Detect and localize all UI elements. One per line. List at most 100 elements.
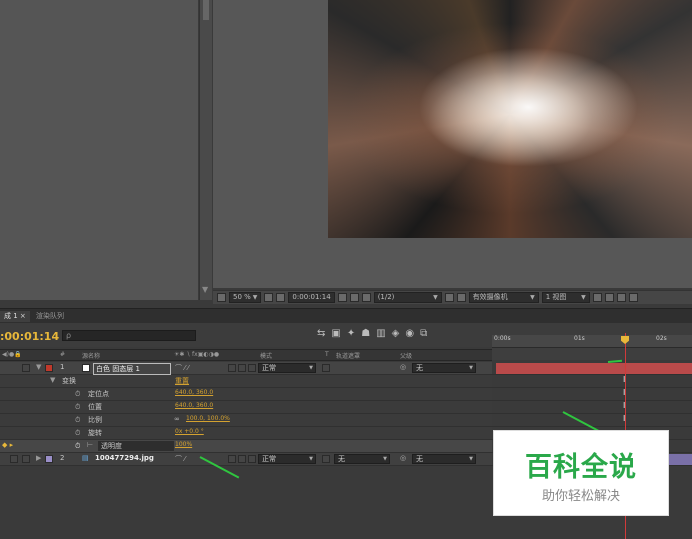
grid-icon[interactable] (264, 293, 274, 302)
graph-icon[interactable]: ⊢ (87, 441, 93, 449)
col-trkmat: 轨道遮罩 (336, 353, 361, 360)
prop-row-position[interactable]: ⏱ 位置 640.0, 360.0 (0, 401, 492, 414)
timeline-icon[interactable] (616, 293, 626, 302)
time-ruler[interactable]: 0:00s 01s 02s (492, 335, 692, 348)
shy-icon[interactable]: ☗ (361, 328, 370, 339)
transform-reset-link[interactable]: 重置 (175, 376, 189, 386)
twirl-closed-icon[interactable]: ▶ (36, 454, 41, 462)
layer-name-2[interactable]: 100477294.jpg (95, 454, 154, 462)
prop-rotation-value[interactable]: 0x +0.0 ° (175, 428, 204, 435)
layer-columns-header: ◀)●🔒 # 源名称 ☀✱ ∖ fx▣◐◑● 模式 T 轨道遮罩 父级 (0, 349, 492, 361)
project-scrollbar[interactable]: ▼ (199, 0, 212, 300)
watermark-subtitle: 助你轻松解决 (541, 489, 620, 504)
prop-row-opacity[interactable]: ◆ ▸ ⏱ ⊢ 透明度 100% (0, 440, 492, 453)
graph-editor-icon[interactable]: ◉ (405, 328, 414, 339)
layer-parent-select-2[interactable]: 无 (412, 454, 476, 464)
prop-opacity-label: 透明度 (98, 441, 174, 451)
keyframe-nav-icon[interactable]: ◆ ▸ (2, 441, 13, 449)
comp-flowchart-icon[interactable]: ▣ (331, 328, 340, 339)
image-file-icon: ▤ (82, 454, 89, 462)
layer-trkmat-select-2[interactable]: 无 (334, 454, 390, 464)
av-switches-icon: ◀)●🔒 (2, 351, 22, 358)
current-timecode[interactable]: :00:01:14 (0, 330, 59, 343)
layer-search-input[interactable]: ρ (62, 330, 196, 341)
prop-position-label: 位置 (88, 403, 102, 411)
flowchart-icon[interactable] (628, 293, 638, 302)
layer-row-1[interactable]: ▼ 1 白色 固态层 1 ⌒ ⁄ ⁄ 正常 ◎ 无 (0, 362, 492, 375)
mini-flowchart-icon[interactable]: ⇆ (317, 328, 325, 339)
panel-tabs: 成 1 × 渲染队列 (0, 308, 692, 323)
twirl-open-icon[interactable]: ▼ (36, 363, 41, 371)
tab-render-queue[interactable]: 渲染队列 (32, 311, 68, 322)
prop-scale-label: 比例 (88, 416, 102, 424)
prop-anchor-label: 定位点 (88, 390, 109, 398)
layer-label-color[interactable] (45, 455, 53, 463)
prop-position-value[interactable]: 640.0, 360.0 (175, 402, 213, 409)
fast-preview-icon[interactable] (604, 293, 614, 302)
layer-mode-select-2[interactable]: 正常 (258, 454, 316, 464)
pickwhip-icon[interactable]: ◎ (400, 454, 406, 462)
views-select[interactable]: 1 视图 ▼ (541, 292, 590, 303)
draft-3d-icon[interactable]: ✦ (347, 328, 355, 339)
motion-blur-icon[interactable]: ◈ (392, 328, 400, 339)
col-name[interactable]: 源名称 (82, 351, 100, 360)
layer-track-1[interactable] (492, 362, 692, 375)
prop-row-scale[interactable]: ⏱ 比例 ∞ 100.0, 100.0% (0, 414, 492, 427)
zoom-select[interactable]: 50 % ▼ (229, 292, 262, 303)
layer-switches-1[interactable]: ⌒ ⁄ ⁄ (175, 363, 189, 373)
timeline-switches: ⇆ ▣ ✦ ☗ ▥ ◈ ◉ ⧉ (317, 328, 427, 339)
ruler-label-1: 01s (574, 335, 585, 342)
layer-name-1[interactable]: 白色 固态层 1 (93, 363, 171, 375)
brainstorm-icon[interactable]: ⧉ (420, 328, 427, 339)
layer-list-empty (0, 466, 492, 539)
layer-parent-select-1[interactable]: 无 (412, 363, 476, 373)
transparency-grid-icon[interactable] (456, 293, 466, 302)
channel-icon[interactable] (361, 293, 371, 302)
stopwatch-active-icon[interactable]: ⏱ (75, 442, 80, 451)
project-panel (0, 0, 198, 300)
scroll-down-icon[interactable]: ▼ (202, 285, 208, 294)
ruler-label-2: 02s (656, 335, 667, 342)
twirl-open-icon[interactable]: ▼ (50, 376, 55, 384)
snapshot-icon[interactable] (337, 293, 347, 302)
layer-row-2[interactable]: ▶ 2 ▤ 100477294.jpg ⌒ ⁄ 正常 无 ◎ 无 (0, 453, 492, 466)
stopwatch-icon[interactable]: ⏱ (75, 403, 80, 412)
region-icon[interactable] (444, 293, 454, 302)
resolution-select[interactable]: (1/2) ▼ (373, 292, 442, 303)
prop-row-rotation[interactable]: ⏱ 旋转 0x +0.0 ° (0, 427, 492, 440)
tab-composition[interactable]: 成 1 × (0, 311, 30, 322)
link-icon[interactable]: ∞ (174, 415, 180, 423)
col-t: T (325, 351, 329, 358)
layer-mode-select-1[interactable]: 正常 (258, 363, 316, 373)
stopwatch-icon[interactable]: ⏱ (75, 429, 80, 438)
camera-select[interactable]: 有效摄像机 ▼ (468, 292, 539, 303)
mask-icon[interactable] (276, 293, 286, 302)
frame-blend-icon[interactable]: ▥ (376, 328, 385, 339)
col-num: # (60, 351, 66, 358)
watermark-logo: 百科全说 助你轻松解决 (493, 430, 669, 516)
viewer-toolbar: 50 % ▼ 0:00:01:14 (1/2) ▼ 有效摄像机 ▼ 1 视图 ▼ (213, 290, 692, 304)
layer-switches-2[interactable]: ⌒ ⁄ (175, 454, 185, 464)
col-parent: 父级 (400, 353, 413, 360)
prop-anchor-value[interactable]: 640.0, 360.0 (175, 389, 213, 396)
ruler-label-0: 0:00s (494, 335, 511, 342)
prop-opacity-value[interactable]: 100% (175, 441, 192, 448)
show-snapshot-icon[interactable] (349, 293, 359, 302)
always-preview-icon[interactable] (217, 293, 226, 302)
toggle-pixel-icon[interactable] (592, 293, 602, 302)
work-area-bar[interactable] (492, 348, 692, 360)
prop-track-position: I (492, 401, 692, 414)
layer-label-color[interactable] (45, 364, 53, 372)
transform-group[interactable]: ▼ 变换 重置 (0, 375, 492, 388)
transform-label: 变换 (62, 377, 76, 385)
stopwatch-icon[interactable]: ⏱ (75, 390, 80, 399)
prop-rotation-label: 旋转 (88, 429, 102, 437)
pickwhip-icon[interactable]: ◎ (400, 363, 406, 371)
prop-track-scale: I (492, 414, 692, 427)
prop-scale-value[interactable]: 100.0, 100.0% (186, 415, 230, 422)
stopwatch-icon[interactable]: ⏱ (75, 416, 80, 425)
solid-icon (82, 364, 90, 372)
watermark-title: 百科全说 (525, 452, 637, 483)
prop-row-anchor[interactable]: ⏱ 定位点 640.0, 360.0 (0, 388, 492, 401)
viewer-timecode[interactable]: 0:00:01:14 (288, 292, 335, 303)
